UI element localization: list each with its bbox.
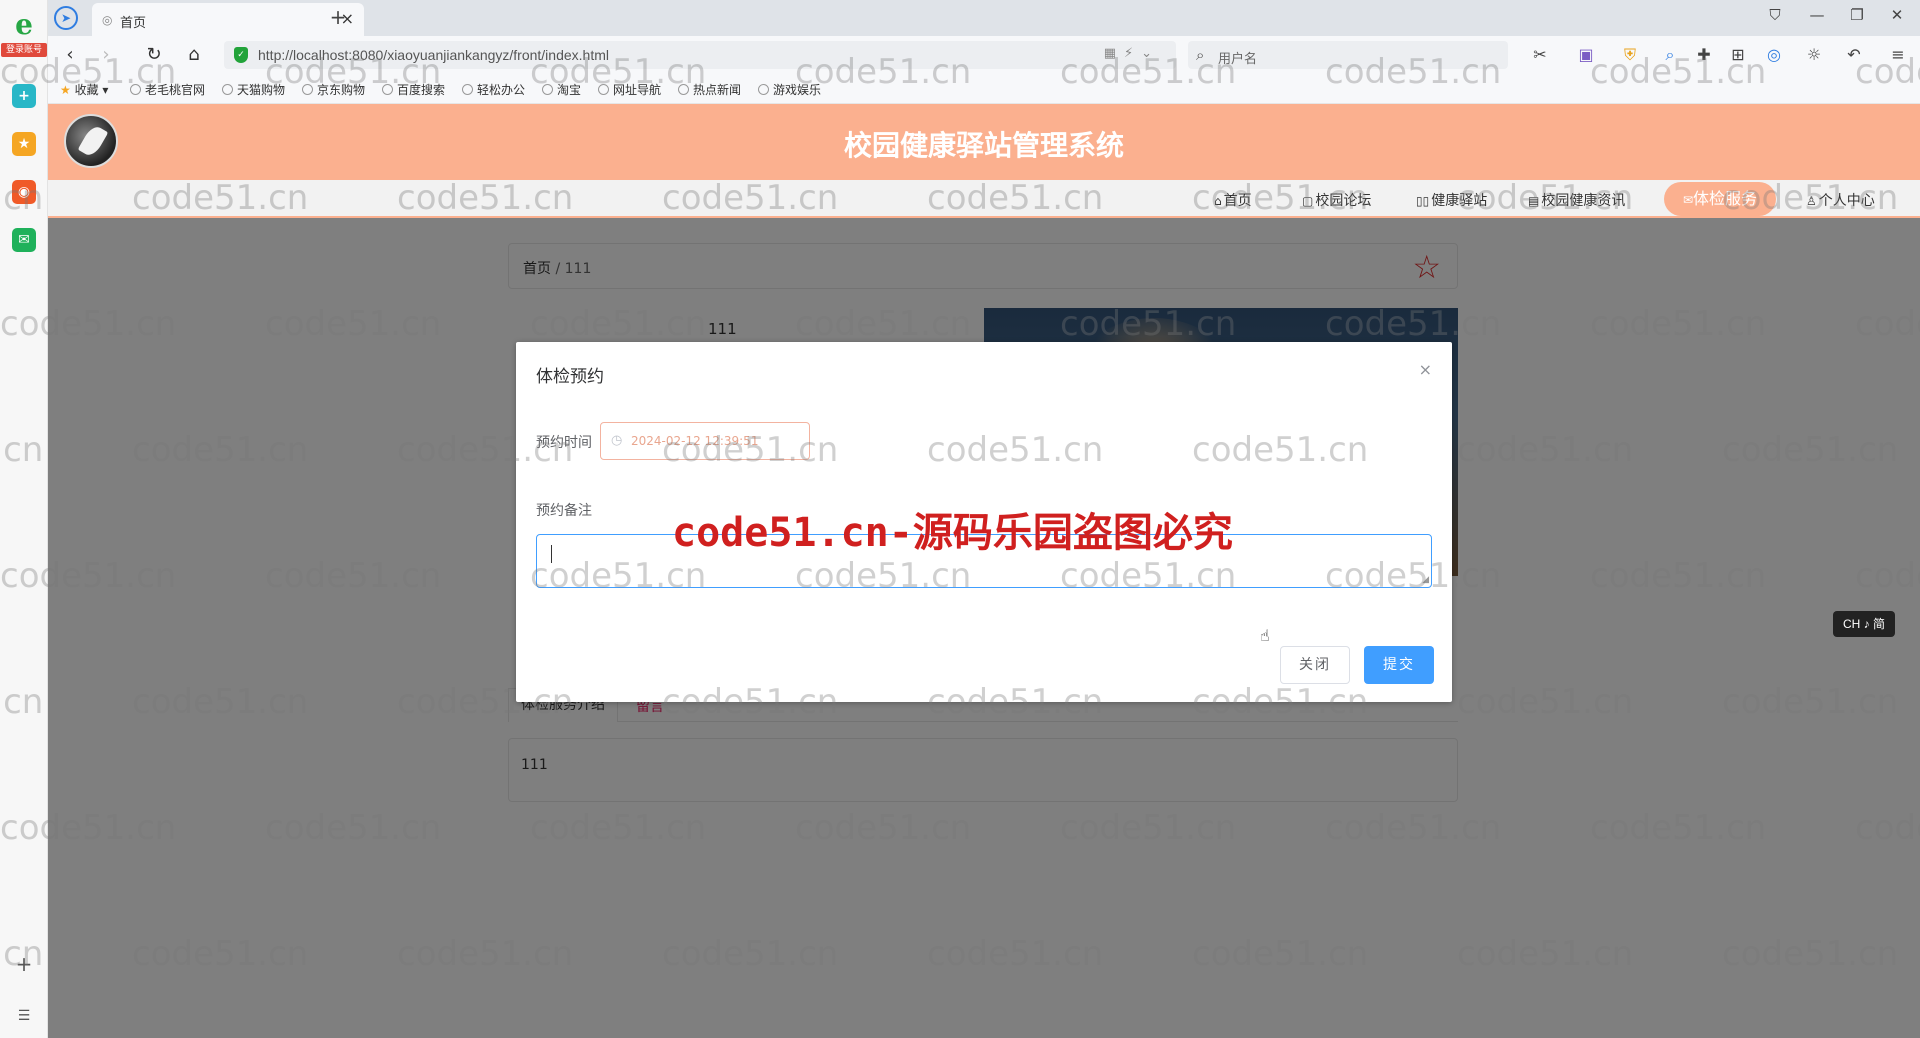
forward-icon[interactable]: › — [94, 44, 118, 65]
globe-icon — [462, 84, 473, 95]
globe-icon — [382, 84, 393, 95]
reload-icon[interactable]: ↻ — [142, 44, 166, 65]
mail-icon: ✉ — [1682, 193, 1694, 207]
bookmark-item[interactable]: 老毛桃官网 — [130, 81, 205, 98]
nav-personal-center[interactable]: ♙ 个人中心 — [1806, 190, 1875, 210]
translate-icon[interactable]: ▣ — [1574, 45, 1598, 64]
browser-logo-icon[interactable]: e — [9, 10, 39, 40]
booking-time-value: 2024-02-12 12:39:51 — [631, 434, 759, 448]
weibo-icon[interactable]: ◉ — [12, 180, 36, 204]
site-nav: ⌂ 首页 ▢ 校园论坛 ▯▯ 健康驿站 ▤ 校园健康资讯 ✉体检服务 ♙ 个人中心 — [48, 180, 1920, 218]
minimize-icon[interactable]: — — [1802, 6, 1832, 24]
home-icon: ⌂ — [1214, 194, 1222, 208]
bookmark-item[interactable]: 淘宝 — [542, 81, 581, 98]
hand-cursor-icon: ☝ — [1260, 626, 1270, 645]
text-caret — [551, 545, 552, 563]
navigate-icon[interactable]: ➤ — [54, 6, 78, 30]
bookmarks-bar: ★ 收藏 ▾ 老毛桃官网 天猫购物 京东购物 百度搜索 轻松办公 淘宝 网址导航… — [48, 74, 1920, 104]
globe-icon — [758, 84, 769, 95]
globe-icon: ◎ — [102, 13, 113, 27]
star-icon: ★ — [60, 83, 71, 97]
undo-icon[interactable]: ↶ — [1842, 45, 1866, 64]
search-input[interactable]: ⌕ 用户名 — [1188, 41, 1508, 69]
close-icon[interactable]: × — [1419, 360, 1432, 379]
url-tools-icon[interactable]: ▦⚡⌄ — [1104, 46, 1160, 61]
favorites-star-icon[interactable]: ★ — [12, 132, 36, 156]
nav-health-news[interactable]: ▤ 校园健康资讯 — [1528, 190, 1625, 210]
extension-icon[interactable]: ✚ — [1692, 45, 1716, 64]
bookmark-favorites[interactable]: ★ 收藏 ▾ — [60, 81, 108, 98]
submit-button[interactable]: 提交 — [1364, 646, 1434, 684]
menu-list-icon[interactable]: ☰ — [12, 1004, 36, 1028]
globe-icon — [222, 84, 233, 95]
ime-indicator[interactable]: CH ♪ 简 — [1833, 611, 1895, 637]
close-button[interactable]: 关闭 — [1280, 646, 1350, 684]
skin-icon[interactable]: ⛉ — [1760, 6, 1790, 24]
menu-icon[interactable]: ≡ — [1886, 45, 1910, 64]
security-shield-icon: ✓ — [234, 47, 248, 63]
url-text: http://localhost:8080/xiaoyuanjiankangyz… — [258, 47, 609, 63]
nav-health-station[interactable]: ▯▯ 健康驿站 — [1416, 190, 1487, 210]
login-badge[interactable]: 登录账号 — [1, 43, 47, 57]
center-watermark: code51.cn-源码乐园盗图必究 — [672, 510, 1233, 556]
clock-icon: ◷ — [611, 433, 623, 448]
url-input[interactable]: ✓ http://localhost:8080/xiaoyuanjiankang… — [224, 41, 1176, 69]
home-icon[interactable]: ⌂ — [182, 44, 206, 65]
search-icon: ⌕ — [1196, 46, 1205, 64]
brightness-icon[interactable]: ☼ — [1802, 45, 1826, 64]
nav-forum[interactable]: ▢ 校园论坛 — [1302, 190, 1371, 210]
user-icon: ♙ — [1806, 194, 1817, 208]
forum-icon: ▢ — [1302, 194, 1314, 208]
bookmark-item[interactable]: 轻松办公 — [462, 81, 525, 98]
station-icon: ▯▯ — [1416, 194, 1430, 208]
resize-handle-icon[interactable]: ◢ — [1422, 575, 1429, 585]
search-placeholder: 用户名 — [1218, 52, 1258, 67]
globe-icon — [302, 84, 313, 95]
back-icon[interactable]: ‹ — [58, 44, 82, 65]
nav-checkup-service[interactable]: ✉体检服务 — [1664, 182, 1776, 216]
globe-icon — [678, 84, 689, 95]
time-label: 预约时间 — [536, 435, 592, 451]
apps-grid-icon[interactable]: ⊞ — [1726, 45, 1750, 64]
shield-icon[interactable]: ⛨ — [1618, 45, 1642, 65]
bookmark-item[interactable]: 热点新闻 — [678, 81, 741, 98]
browser-tab[interactable]: ◎ 首页 × — [92, 3, 364, 36]
nav-home[interactable]: ⌂ 首页 — [1214, 190, 1252, 210]
site-title: 校园健康驿站管理系统 — [843, 129, 1124, 162]
bookmark-item[interactable]: 网址导航 — [598, 81, 661, 98]
add-icon[interactable]: + — [12, 952, 36, 976]
address-bar-row: ‹ › ↻ ⌂ ✓ http://localhost:8080/xiaoyuan… — [48, 36, 1920, 74]
cut-icon[interactable]: ✂ — [1528, 45, 1552, 64]
globe-icon — [598, 84, 609, 95]
new-tab-icon[interactable]: + — [326, 5, 350, 29]
add-app-icon[interactable]: + — [12, 84, 36, 108]
edge-icon[interactable]: ◎ — [1762, 45, 1786, 64]
globe-icon — [130, 84, 141, 95]
bookmark-item[interactable]: 游戏娱乐 — [758, 81, 821, 98]
booking-time-input[interactable]: ◷ 2024-02-12 12:39:51 — [600, 422, 810, 460]
tab-bar: ➤ ◎ 首页 × + ⛉ — ❐ ✕ — [48, 0, 1920, 36]
restore-icon[interactable]: ❐ — [1842, 6, 1872, 24]
remark-label: 预约备注 — [536, 503, 592, 519]
globe-icon — [542, 84, 553, 95]
dialog-title: 体检预约 — [536, 367, 604, 387]
site-header: 校园健康驿站管理系统 — [48, 104, 1920, 180]
bookmark-item[interactable]: 百度搜索 — [382, 81, 445, 98]
bookmark-item[interactable]: 京东购物 — [302, 81, 365, 98]
tab-title: 首页 — [120, 16, 147, 31]
mail-icon[interactable]: ✉ — [12, 228, 36, 252]
close-window-icon[interactable]: ✕ — [1882, 6, 1912, 24]
browser-sidebar: e 登录账号 + ★ ◉ ✉ + ☰ — [0, 0, 48, 1038]
news-icon: ▤ — [1528, 194, 1540, 208]
bookmark-item[interactable]: 天猫购物 — [222, 81, 285, 98]
zoom-icon[interactable]: ⌕ — [1658, 45, 1682, 65]
